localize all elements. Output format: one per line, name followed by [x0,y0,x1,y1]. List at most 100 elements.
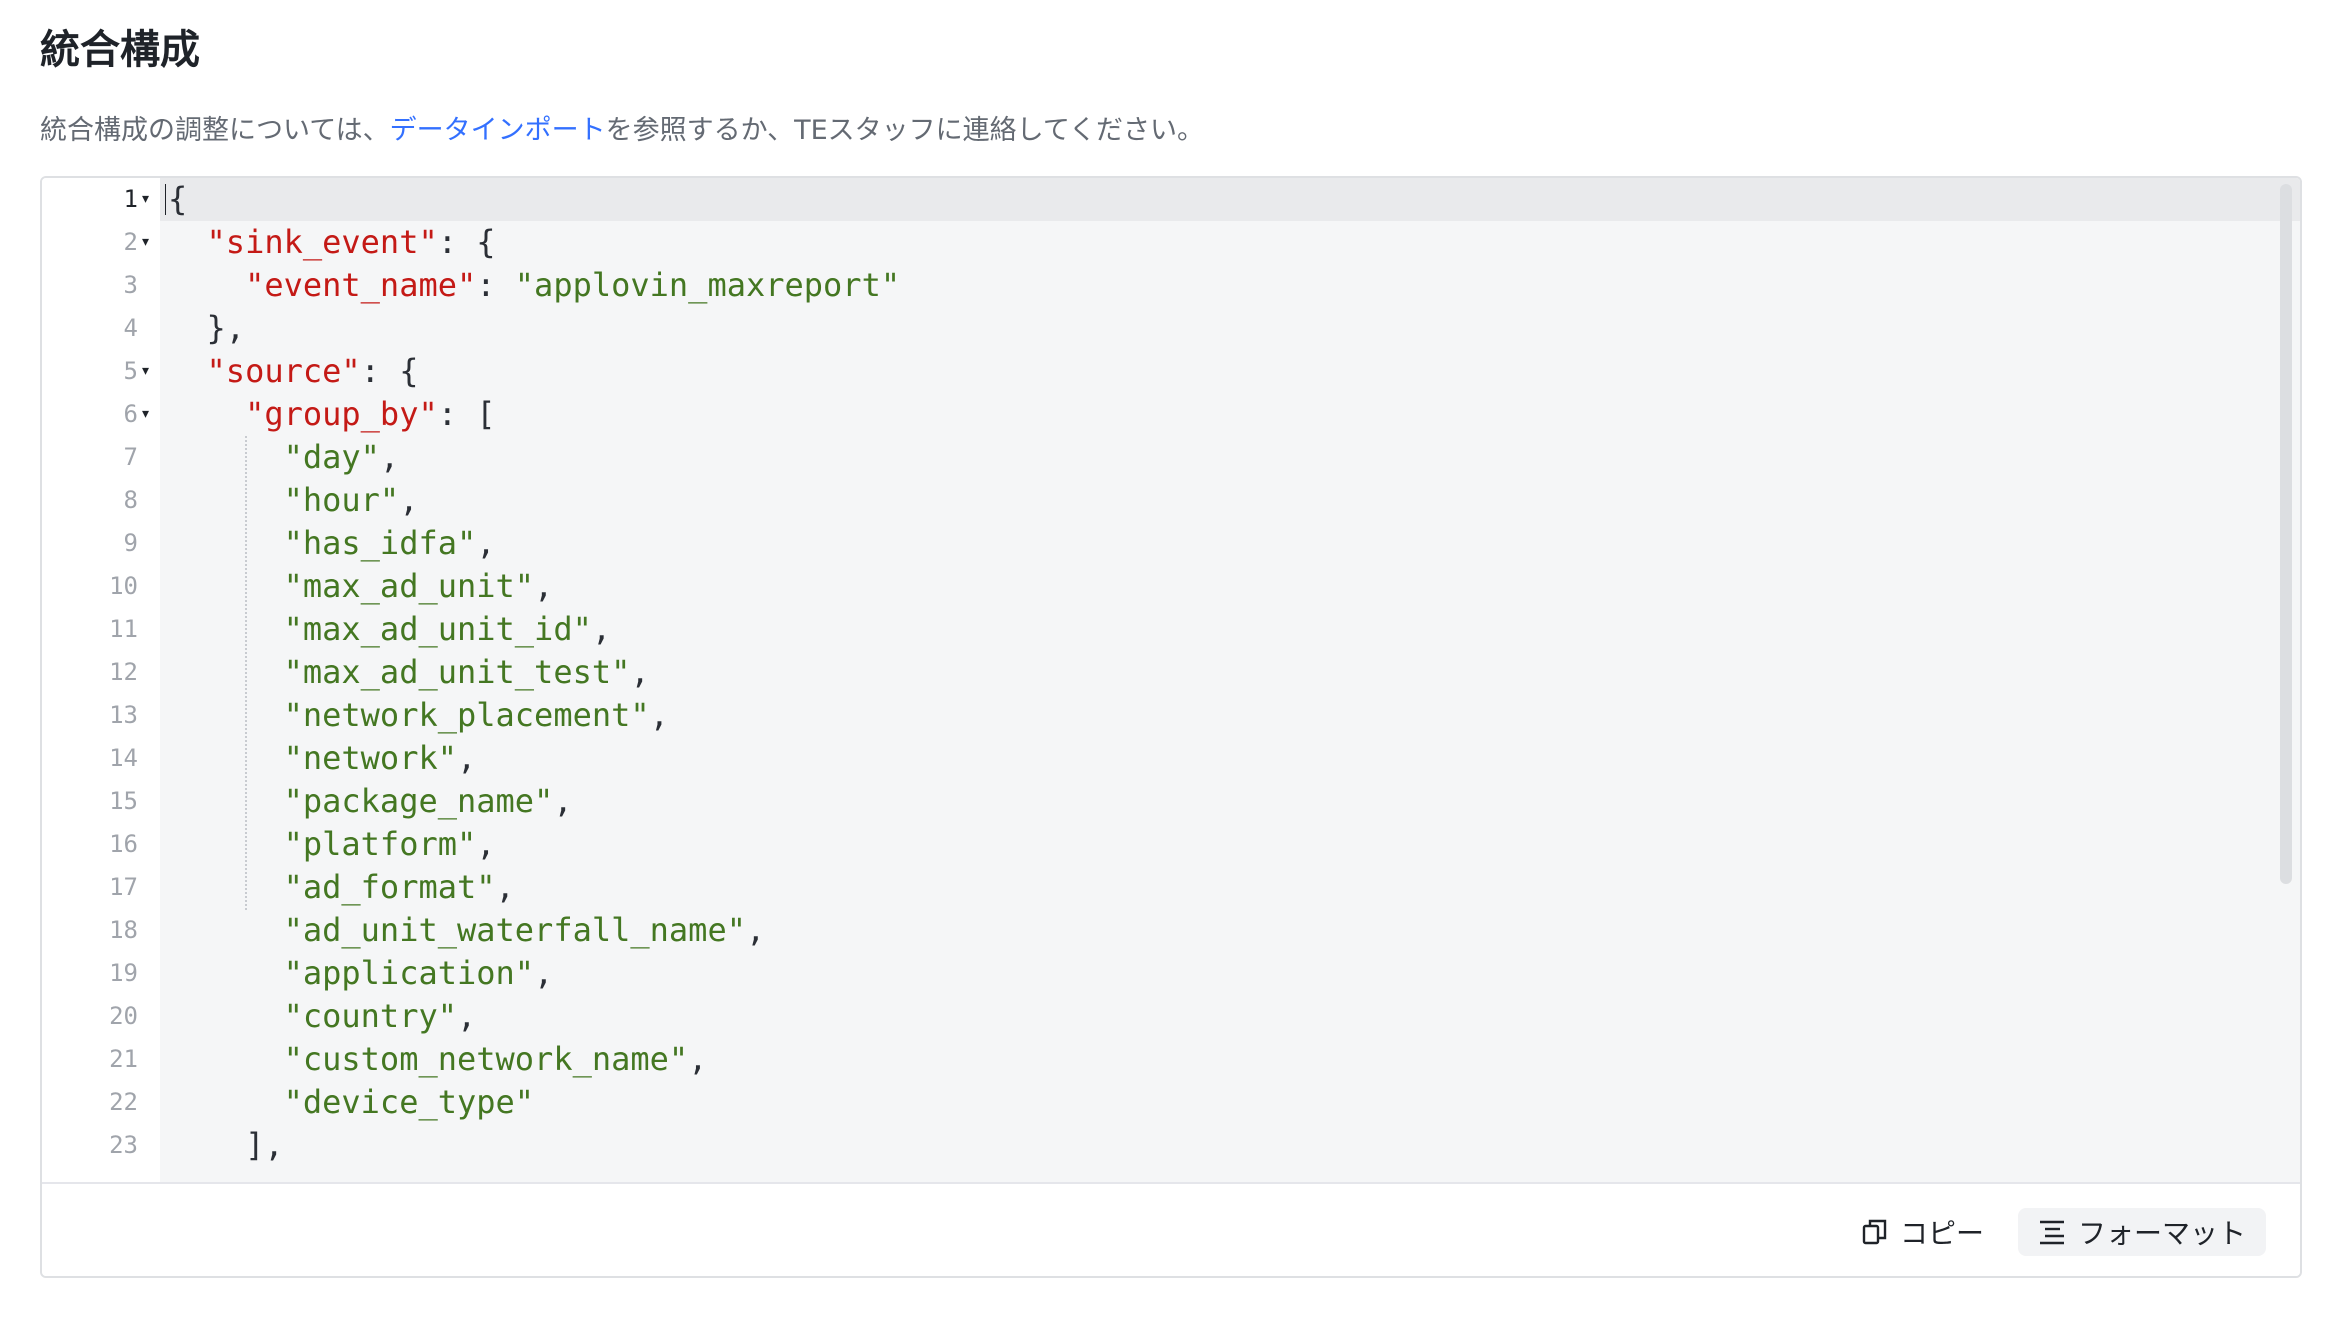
code-line: 13 "network_placement", [42,694,2300,737]
code-line: 19 "application", [42,952,2300,995]
code-line-text: "network_placement", [168,694,669,737]
json-punctuation: , [534,567,554,605]
line-number: 18 [109,916,138,944]
line-number: 10 [109,572,138,600]
json-punctuation: , [688,1040,708,1078]
json-string: "package_name" [283,782,554,820]
line-number: 4 [123,314,138,342]
code-line: 8 "hour", [42,479,2300,522]
data-import-link[interactable]: データインポート [390,115,606,146]
format-button-label: フォーマット [2078,1217,2247,1250]
copy-button[interactable]: コピー [1842,1208,2004,1256]
code-line-text: "application", [168,952,554,995]
json-string: "ad_format" [283,868,496,906]
json-punctuation: , [456,739,477,777]
code-line: 14 "network", [42,737,2300,780]
json-punctuation: , [534,954,554,992]
json-string: "applovin_maxreport" [514,266,901,304]
code-line-text: "platform", [168,823,496,866]
page-description: 統合構成の調整については、データインポートを参照するか、TEスタッフに連絡してく… [40,112,1204,150]
json-key: "group_by" [245,395,438,433]
json-punctuation: : [476,266,515,304]
json-string: "device_type" [283,1083,535,1121]
code-line: 17 "ad_format", [42,866,2300,909]
code-line: 12 "max_ad_unit_test", [42,651,2300,694]
json-string: "platform" [283,825,477,863]
code-line: 9 "has_idfa", [42,522,2300,565]
line-number: 17 [109,873,138,901]
page-title: 統合構成 [40,27,200,73]
format-button[interactable]: フォーマット [2018,1208,2267,1256]
code-line: 15 "package_name", [42,780,2300,823]
code-line-text: "ad_unit_waterfall_name", [168,909,766,952]
json-string: "ad_unit_waterfall_name" [283,911,746,949]
json-string: "network_placement" [283,696,650,734]
json-string: "max_ad_unit" [283,567,535,605]
line-number: 16 [109,830,138,858]
code-line-text: "ad_format", [168,866,515,909]
code-line: 18 "ad_unit_waterfall_name", [42,909,2300,952]
json-key: "source" [206,352,361,390]
vertical-scrollbar[interactable] [2280,184,2292,884]
json-punctuation: , [591,610,612,648]
code-line-text: "hour", [168,479,419,522]
json-punctuation: }, [206,309,246,347]
code-editor[interactable]: 1 ▾{2 ▾ "sink_event": {3 "event_name": "ap… [42,178,2300,1182]
json-string: "network" [283,739,457,777]
code-line: 1 ▾ { [42,178,2300,221]
code-line-text: "max_ad_unit_test", [168,651,650,694]
code-line-text: }, [168,307,246,350]
line-number: 5 [123,357,138,385]
code-line-text: "max_ad_unit_id", [168,608,612,651]
code-line-text: "country", [168,995,477,1038]
code-line-text: "group_by": [ [168,393,495,436]
indent-guide [245,436,247,910]
line-number: 12 [109,658,138,686]
json-string: "country" [283,997,457,1035]
code-line: 2 ▾ "sink_event": { [42,221,2300,264]
json-punctuation: { [168,180,188,218]
line-number: 20 [109,1002,138,1030]
code-line-text: ], [168,1124,284,1167]
json-key: "sink_event" [206,223,438,261]
code-line-text: "network", [168,737,477,780]
json-punctuation: , [476,524,496,562]
json-key: "event_name" [245,266,477,304]
json-punctuation: : { [360,352,419,390]
text-cursor [165,184,166,215]
code-line: 22 "device_type" [42,1081,2300,1124]
json-string: "has_idfa" [283,524,477,562]
integration-config-page: 統合構成 統合構成の調整については、データインポートを参照するか、TEスタッフに… [0,0,2332,1322]
line-number: 8 [123,486,138,514]
json-punctuation: , [495,868,515,906]
fold-toggle-icon[interactable]: ▾ [142,350,149,393]
code-line: 16 "platform", [42,823,2300,866]
json-punctuation: , [553,782,573,820]
code-line: 3 "event_name": "applovin_maxreport" [42,264,2300,307]
code-line: 6 ▾ "group_by": [ [42,393,2300,436]
fold-toggle-icon[interactable]: ▾ [142,221,149,264]
align-left-icon [2038,1219,2066,1245]
fold-toggle-icon[interactable]: ▾ [142,393,149,436]
json-punctuation: , [649,696,669,734]
json-punctuation: : { [437,223,496,261]
json-punctuation: , [379,438,400,476]
json-punctuation: , [630,653,650,691]
code-line: 4 }, [42,307,2300,350]
code-line-text: "has_idfa", [168,522,496,565]
config-editor-panel: 1 ▾{2 ▾ "sink_event": {3 "event_name": "ap… [40,176,2302,1278]
json-string: "hour" [283,481,400,519]
code-line-text: "custom_network_name", [168,1038,708,1081]
code-line: 10 "max_ad_unit", [42,565,2300,608]
json-punctuation: , [745,911,766,949]
fold-toggle-icon[interactable]: ▾ [142,178,149,221]
line-number: 1 [123,185,138,213]
description-text-before: 統合構成の調整については、 [40,115,390,146]
json-string: "day" [283,438,380,476]
line-number: 15 [109,787,138,815]
json-punctuation: , [476,825,496,863]
line-number: 14 [109,744,138,772]
code-line: 23 ], [42,1124,2300,1167]
json-punctuation: , [399,481,419,519]
code-line-text: "max_ad_unit", [168,565,554,608]
